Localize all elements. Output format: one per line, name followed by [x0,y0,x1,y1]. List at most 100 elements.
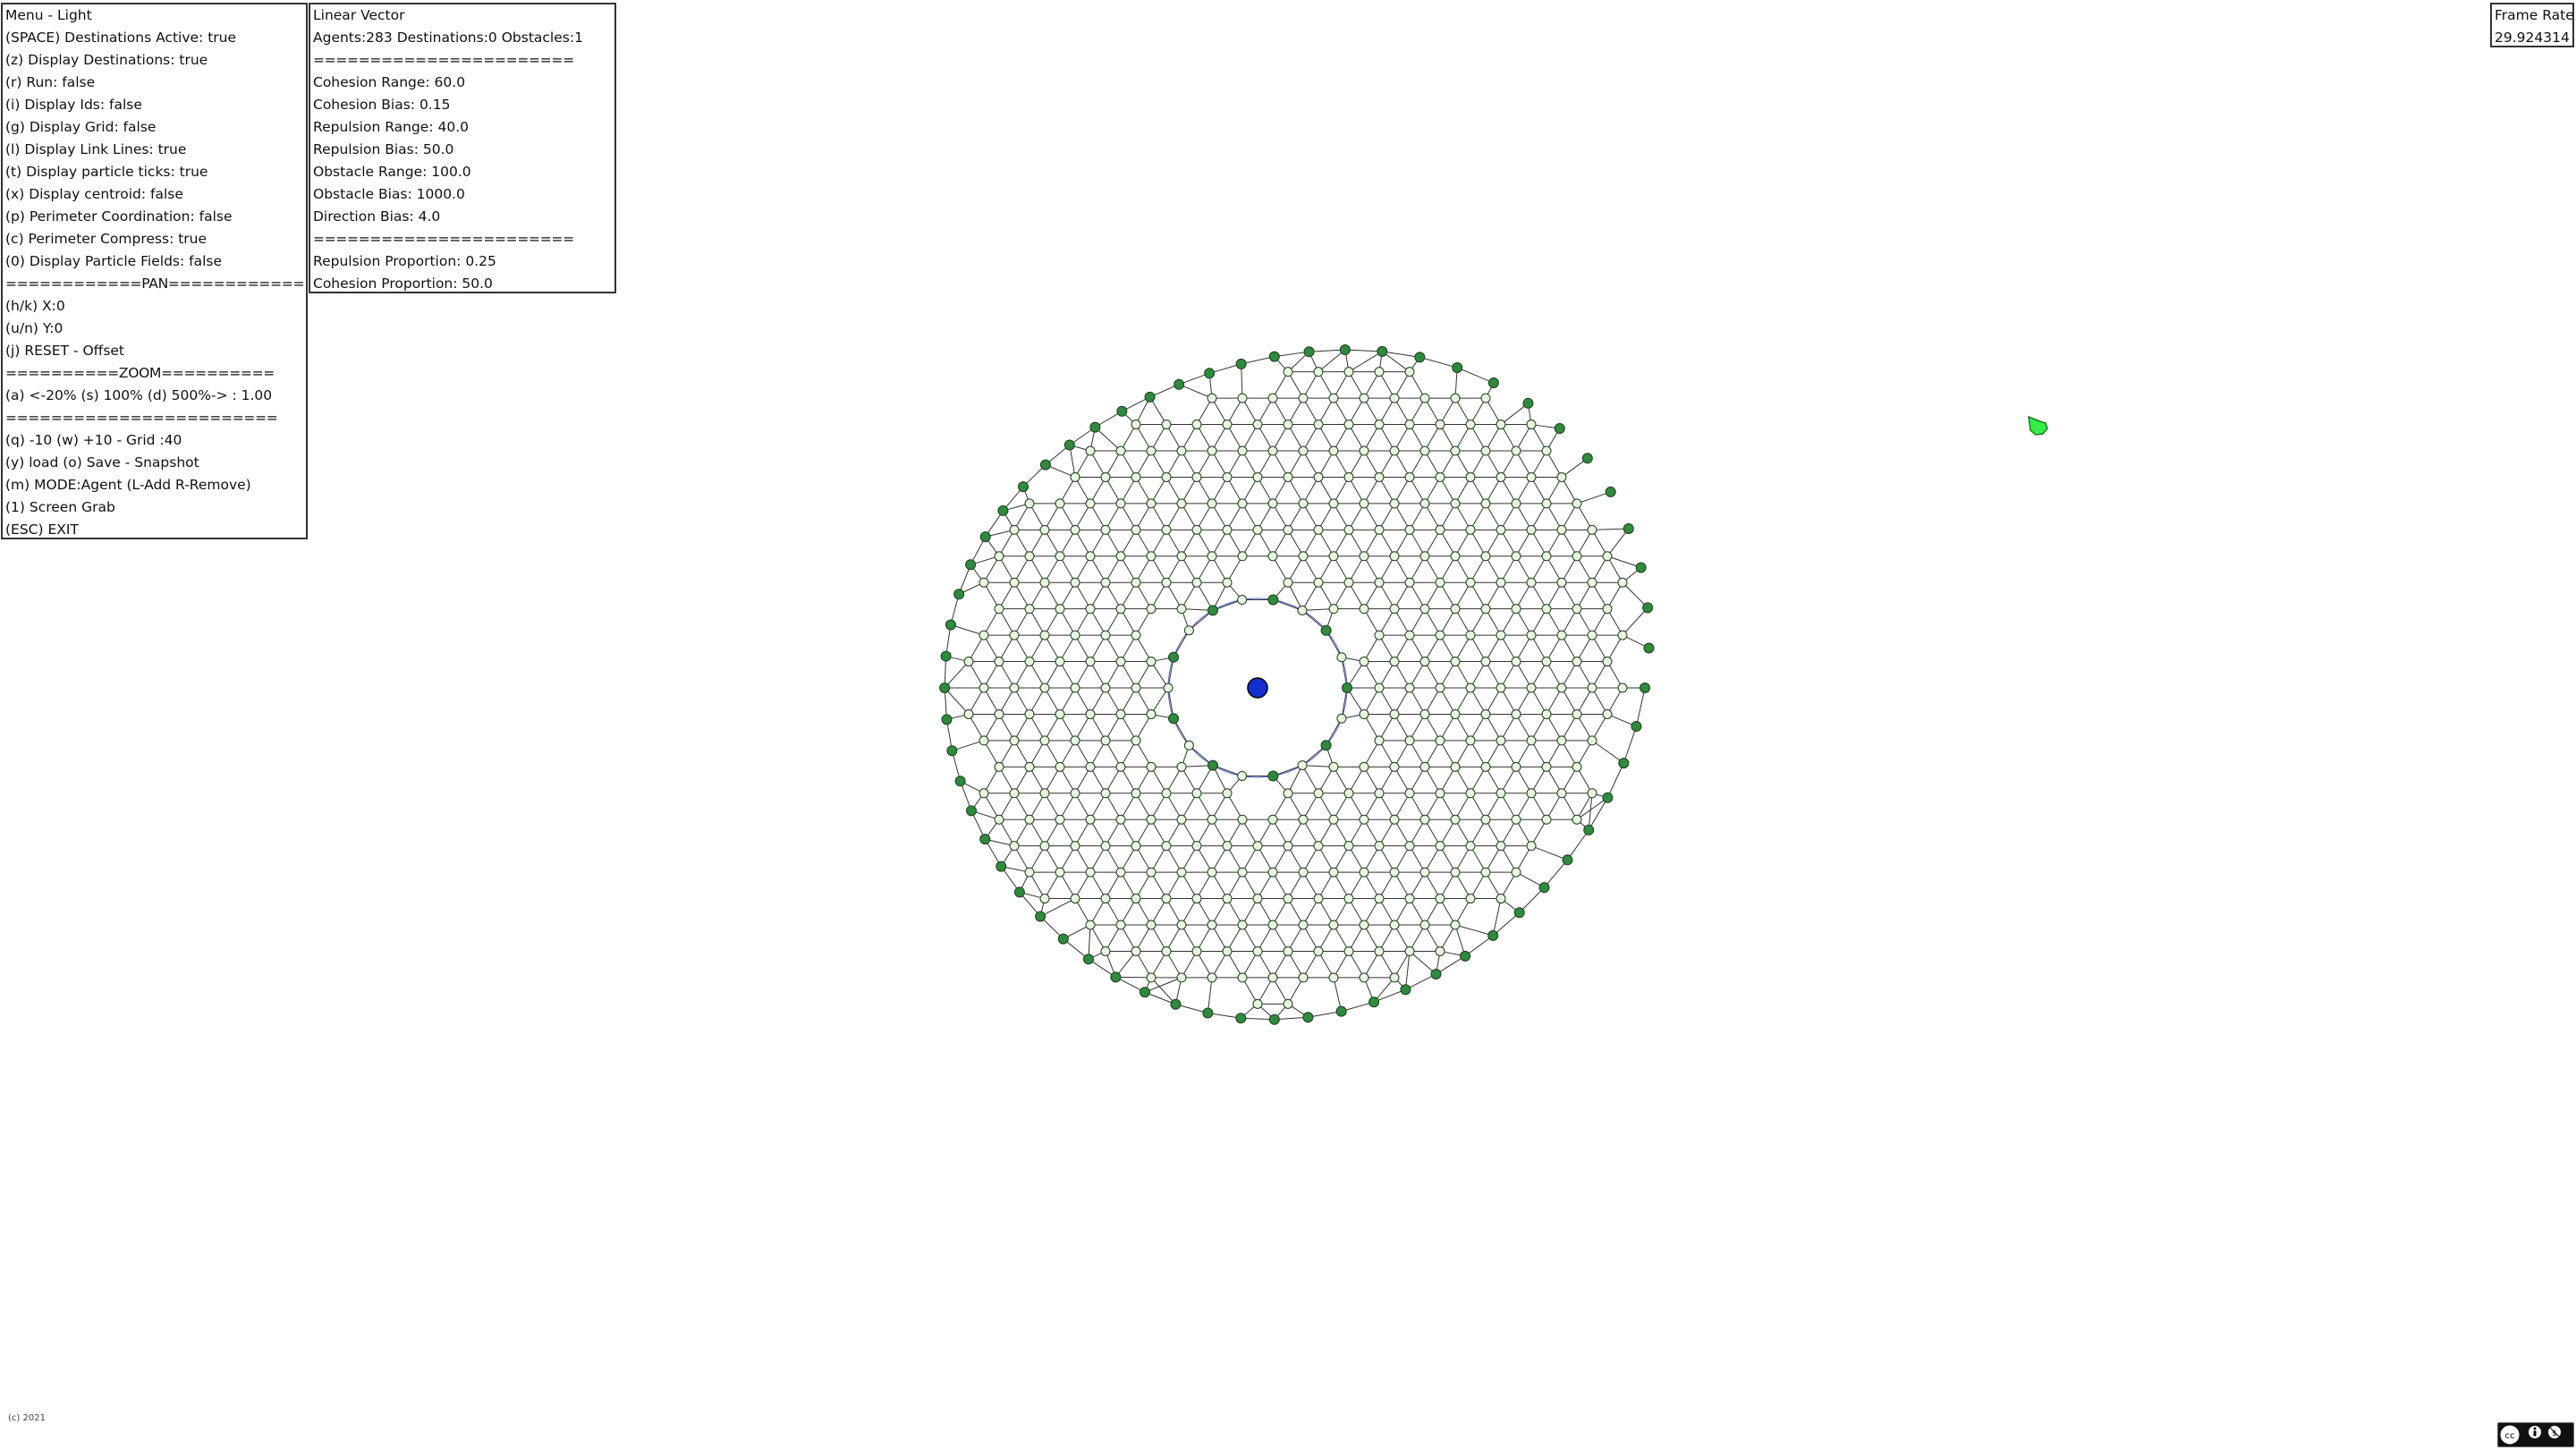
agent[interactable] [1450,657,1461,667]
perimeter-agent[interactable] [1487,377,1499,389]
agent[interactable] [1450,551,1461,562]
agent[interactable] [1055,867,1065,878]
agent[interactable] [1252,841,1263,852]
agent[interactable] [1085,498,1096,509]
agent[interactable] [1161,945,1172,956]
agent[interactable] [1511,708,1521,719]
agent[interactable] [979,630,989,640]
perimeter-agent[interactable] [954,776,966,787]
perimeter-agent[interactable] [1643,642,1655,654]
agent[interactable] [1419,708,1430,719]
agent[interactable] [1389,445,1400,456]
agent[interactable] [1085,761,1096,772]
agent[interactable] [1115,498,1126,509]
agent[interactable] [979,788,989,799]
agent[interactable] [1298,867,1309,878]
perimeter-agent[interactable] [1235,358,1247,369]
agent[interactable] [1237,867,1248,878]
agent[interactable] [1191,788,1202,799]
agent[interactable] [1207,551,1217,562]
agent[interactable] [1374,735,1385,746]
agent[interactable] [1115,761,1126,772]
agent[interactable] [1328,393,1339,403]
agent[interactable] [1374,577,1385,588]
agent[interactable] [1100,788,1111,799]
agent[interactable] [1419,657,1430,667]
perimeter-agent[interactable] [1110,971,1122,983]
agent[interactable] [1435,735,1445,746]
agent[interactable] [1556,471,1567,482]
agent[interactable] [1085,708,1096,719]
agent[interactable] [1556,577,1567,588]
agent[interactable] [1055,551,1065,562]
agent[interactable] [1176,761,1187,772]
agent[interactable] [1374,945,1385,956]
agent[interactable] [1298,551,1309,562]
perimeter-agent[interactable] [1144,391,1156,403]
agent[interactable] [1526,420,1537,430]
perimeter-agent[interactable] [1267,594,1279,606]
perimeter-agent[interactable] [1302,1012,1314,1023]
agent[interactable] [1359,814,1369,825]
perimeter-agent[interactable] [1635,562,1647,573]
agent[interactable] [1207,498,1217,509]
agent[interactable] [1343,471,1354,482]
agent[interactable] [1496,524,1506,535]
perimeter-agent[interactable] [1082,954,1094,965]
perimeter-agent[interactable] [1017,481,1029,493]
agent[interactable] [1587,683,1597,693]
agent[interactable] [1024,551,1035,562]
agent[interactable] [1163,683,1174,693]
agent[interactable] [1176,604,1187,615]
perimeter-agent[interactable] [953,589,965,600]
agent[interactable] [1389,920,1400,930]
agent[interactable] [1343,524,1354,535]
agent[interactable] [1328,761,1339,772]
agent[interactable] [1222,894,1233,904]
agent[interactable] [1115,708,1126,719]
agent[interactable] [1009,735,1020,746]
agent[interactable] [1085,867,1096,878]
agent[interactable] [1587,577,1597,588]
agent[interactable] [1465,841,1476,852]
agent[interactable] [1419,445,1430,456]
agent[interactable] [1298,920,1309,930]
agent[interactable] [1404,577,1415,588]
perimeter-agent[interactable] [1581,453,1593,464]
agent[interactable] [1176,445,1187,456]
perimeter-agent[interactable] [1430,969,1442,980]
perimeter-agent[interactable] [946,745,958,757]
perimeter-agent[interactable] [1640,683,1651,693]
agent[interactable] [1070,524,1080,535]
agent[interactable] [1039,683,1050,693]
agent[interactable] [1222,945,1233,956]
agent[interactable] [1374,367,1385,377]
agent[interactable] [1039,524,1050,535]
agent[interactable] [1617,577,1628,588]
agent[interactable] [1435,471,1445,482]
perimeter-agent[interactable] [1339,344,1351,356]
agent[interactable] [1587,630,1597,640]
agent[interactable] [1100,945,1111,956]
agent[interactable] [1404,367,1415,377]
agent[interactable] [1374,894,1385,904]
agent[interactable] [1131,841,1141,852]
agent[interactable] [1389,867,1400,878]
agent[interactable] [1419,393,1430,403]
agent[interactable] [1359,657,1369,667]
agent[interactable] [1480,551,1491,562]
agent[interactable] [1343,894,1354,904]
agent[interactable] [1267,867,1278,878]
agent[interactable] [1222,524,1233,535]
agent[interactable] [1404,524,1415,535]
agent[interactable] [963,708,974,719]
agent[interactable] [1617,630,1628,640]
agent[interactable] [1450,708,1461,719]
agent[interactable] [1298,445,1309,456]
agent[interactable] [1374,788,1385,799]
agent[interactable] [1465,630,1476,640]
agent[interactable] [1024,867,1035,878]
agent[interactable] [1070,841,1080,852]
perimeter-agent[interactable] [1400,984,1411,996]
obstacle-marker[interactable] [1247,677,1268,699]
